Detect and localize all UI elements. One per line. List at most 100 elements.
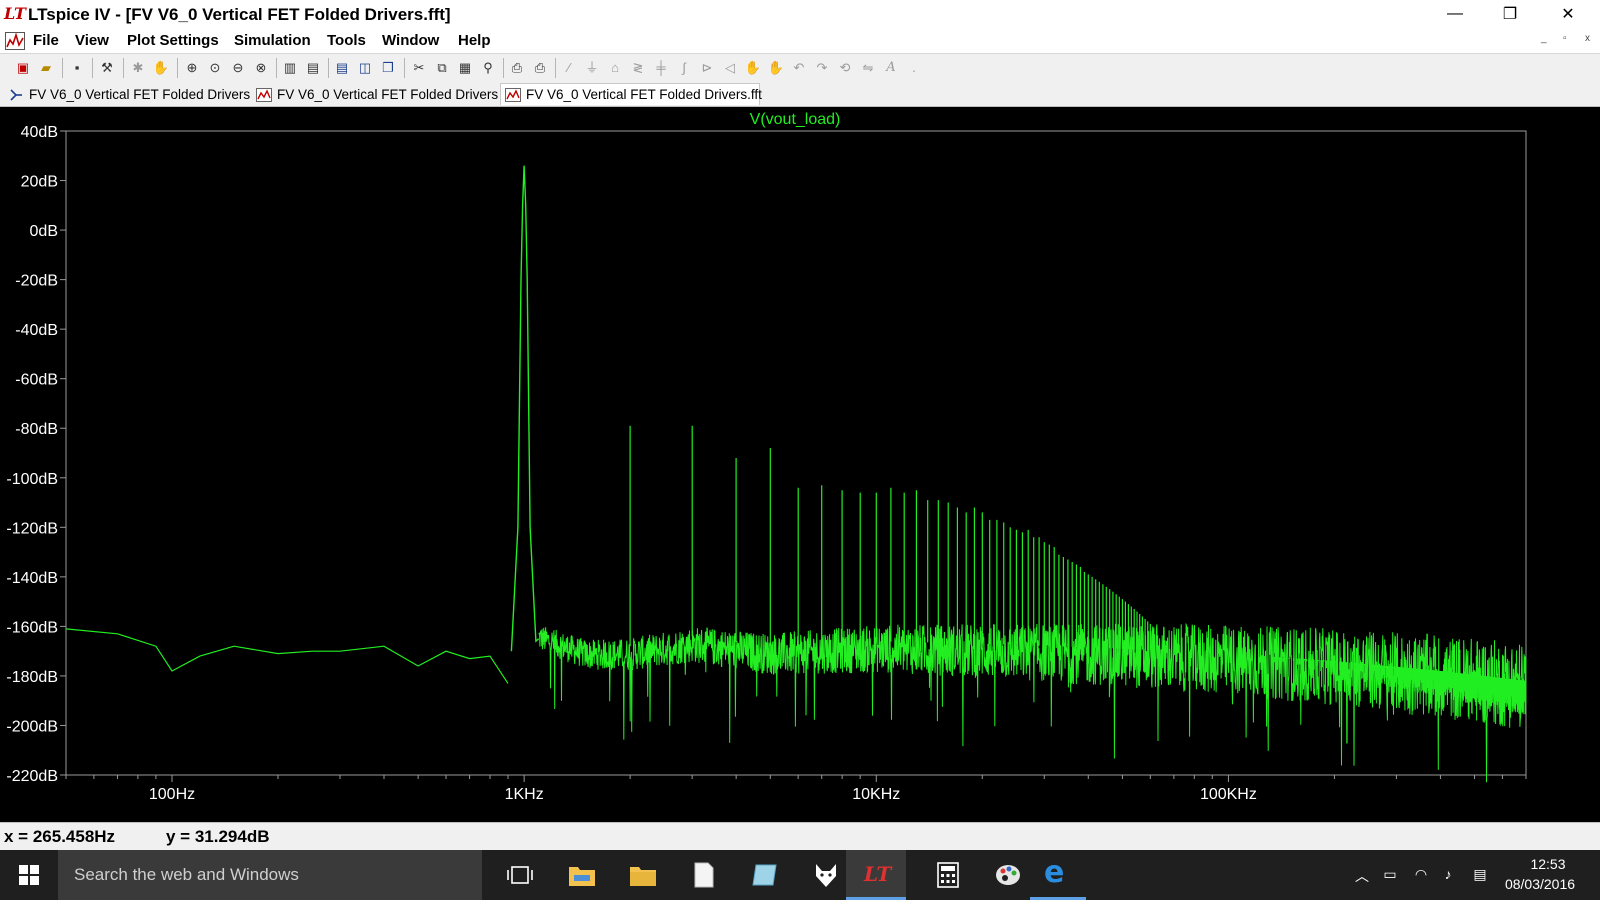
- menu-tools[interactable]: Tools: [327, 32, 366, 49]
- autorange-icon[interactable]: ▥: [281, 59, 299, 76]
- cascade-icon[interactable]: ❐: [379, 59, 397, 76]
- print-preview-icon[interactable]: ⎙: [508, 59, 526, 76]
- y-tick-label: -100dB: [6, 471, 58, 488]
- sticky-notes-icon[interactable]: [749, 859, 781, 891]
- component-icon[interactable]: ◁: [721, 59, 739, 76]
- tile-vertical-icon[interactable]: ◫: [356, 59, 374, 76]
- menu-plot-settings[interactable]: Plot Settings: [127, 32, 219, 49]
- y-tick-label: -220dB: [6, 768, 58, 785]
- zoom-out-icon[interactable]: ⊖: [229, 59, 247, 76]
- wifi-icon[interactable]: ◠: [1411, 866, 1431, 884]
- ground-icon[interactable]: ⏚: [583, 59, 601, 76]
- fundamental-peak[interactable]: [510, 165, 540, 652]
- plot-pane[interactable]: V(vout_load) 40dB 20dB 0dB -20dB -40dB -60dB -…: [0, 107, 1600, 822]
- document-icon[interactable]: [688, 859, 720, 891]
- inductor-icon[interactable]: ∫: [675, 59, 693, 76]
- x-tick-label: 1KHz: [505, 786, 544, 803]
- mdi-close-button[interactable]: x: [1585, 33, 1590, 44]
- zoom-full-icon[interactable]: ⊙: [206, 59, 224, 76]
- x-tick-label: 100KHz: [1200, 786, 1257, 803]
- find-icon[interactable]: ⚲: [479, 59, 497, 76]
- file-explorer-icon[interactable]: [566, 859, 598, 891]
- menu-bar: File View Plot Settings Simulation Tools…: [0, 30, 1600, 52]
- trace-title[interactable]: V(vout_load): [750, 111, 841, 128]
- add-trace-icon[interactable]: ▤: [304, 59, 322, 76]
- undo-icon[interactable]: ↶: [790, 59, 808, 76]
- menu-simulation[interactable]: Simulation: [234, 32, 311, 49]
- plot-window-icon[interactable]: [5, 32, 25, 50]
- toolbar: ▣ ▰ ▪ ⚒ ✱ ✋ ⊕ ⊙ ⊖ ⊗ ▥ ▤ ▤ ◫ ❐ ✂ ⧉ ▦ ⚲ ⎙ …: [0, 53, 1600, 83]
- zoom-in-icon[interactable]: ⊕: [183, 59, 201, 76]
- menu-view[interactable]: View: [75, 32, 109, 49]
- y-tick-label: -20dB: [15, 273, 58, 290]
- chevron-up-icon[interactable]: ︿: [1352, 866, 1372, 884]
- text-icon[interactable]: A: [882, 59, 900, 76]
- drag-icon[interactable]: ✋: [767, 59, 785, 76]
- toolbar-separator: [503, 58, 504, 78]
- capacitor-icon[interactable]: ╪: [652, 59, 670, 76]
- print-icon[interactable]: ⎙: [531, 59, 549, 76]
- fft-plot[interactable]: V(vout_load) 40dB 20dB 0dB -20dB -40dB -60dB -…: [0, 107, 1600, 822]
- run-icon[interactable]: ✱: [129, 59, 147, 76]
- close-button[interactable]: ✕: [1545, 0, 1591, 28]
- task-view-icon[interactable]: [504, 859, 536, 891]
- restore-button[interactable]: ❐: [1487, 0, 1533, 28]
- tab-schematic[interactable]: FV V6_0 Vertical FET Folded Drivers: [4, 84, 250, 105]
- menu-window[interactable]: Window: [382, 32, 439, 49]
- battery-icon[interactable]: ▭: [1380, 866, 1400, 884]
- menu-help[interactable]: Help: [458, 32, 491, 49]
- new-schematic-icon[interactable]: ▣: [14, 59, 32, 76]
- trace-noise-floor-low: [65, 628, 509, 684]
- notifications-icon[interactable]: ▤: [1470, 866, 1490, 884]
- paint-icon[interactable]: [993, 859, 1025, 891]
- toolbar-separator: [404, 58, 405, 78]
- x-axis: 100Hz 1KHz 10KHz 100KHz: [65, 775, 1527, 803]
- clock-time[interactable]: 12:53: [1518, 856, 1578, 872]
- rotate-icon[interactable]: ⟲: [836, 59, 854, 76]
- calculator-icon[interactable]: [932, 859, 964, 891]
- resistor-icon[interactable]: ≷: [629, 59, 647, 76]
- toolbar-separator: [123, 58, 124, 78]
- tile-horizontal-icon[interactable]: ▤: [333, 59, 351, 76]
- cut-icon[interactable]: ✂: [410, 59, 428, 76]
- tab-fft[interactable]: FV V6_0 Vertical FET Folded Drivers.fft: [500, 83, 762, 105]
- diode-icon[interactable]: ⊳: [698, 59, 716, 76]
- waveform-icon: [256, 87, 272, 102]
- ltspice-app-icon[interactable]: LT: [4, 4, 26, 23]
- x-tick-label: 10KHz: [852, 786, 900, 803]
- search-box[interactable]: Search the web and Windows: [58, 850, 482, 900]
- control-panel-icon[interactable]: ⚒: [98, 59, 116, 76]
- volume-icon[interactable]: ♪: [1438, 866, 1458, 884]
- mdi-minimize-button[interactable]: _: [1541, 33, 1547, 44]
- copy-icon[interactable]: ⧉: [433, 59, 451, 76]
- move-icon[interactable]: ✋: [744, 59, 762, 76]
- start-button[interactable]: [0, 850, 58, 900]
- clock-date[interactable]: 08/03/2016: [1500, 876, 1580, 892]
- menu-file[interactable]: File: [33, 32, 59, 49]
- zoom-cancel-icon[interactable]: ⊗: [252, 59, 270, 76]
- y-tick-label: -40dB: [15, 322, 58, 339]
- wire-icon[interactable]: ∕: [560, 59, 578, 76]
- tab-waveform[interactable]: FV V6_0 Vertical FET Folded Drivers: [252, 84, 498, 105]
- search-placeholder: Search the web and Windows: [74, 865, 299, 884]
- edge-icon: e: [1044, 855, 1065, 890]
- minimize-button[interactable]: —: [1432, 0, 1478, 28]
- fox-app-icon[interactable]: [810, 859, 842, 891]
- paste-icon[interactable]: ▦: [456, 59, 474, 76]
- folder-icon[interactable]: [627, 859, 659, 891]
- y-tick-label: -120dB: [6, 520, 58, 537]
- ltspice-taskbar-active[interactable]: LT: [846, 850, 906, 900]
- label-net-icon[interactable]: ⌂: [606, 59, 624, 76]
- edge-taskbar[interactable]: e: [1030, 850, 1086, 900]
- trace-v-vout-load[interactable]: [65, 165, 1527, 783]
- halt-icon[interactable]: ✋: [152, 59, 170, 76]
- save-icon[interactable]: ▪: [68, 59, 86, 76]
- toolbar-separator: [62, 58, 63, 78]
- y-tick-label: -60dB: [15, 372, 58, 389]
- open-icon[interactable]: ▰: [37, 59, 55, 76]
- mirror-icon[interactable]: ⇋: [859, 59, 877, 76]
- mdi-restore-button[interactable]: ▫: [1563, 33, 1567, 44]
- spice-directive-icon[interactable]: .: [905, 59, 923, 76]
- redo-icon[interactable]: ↷: [813, 59, 831, 76]
- y-tick-label: -140dB: [6, 570, 58, 587]
